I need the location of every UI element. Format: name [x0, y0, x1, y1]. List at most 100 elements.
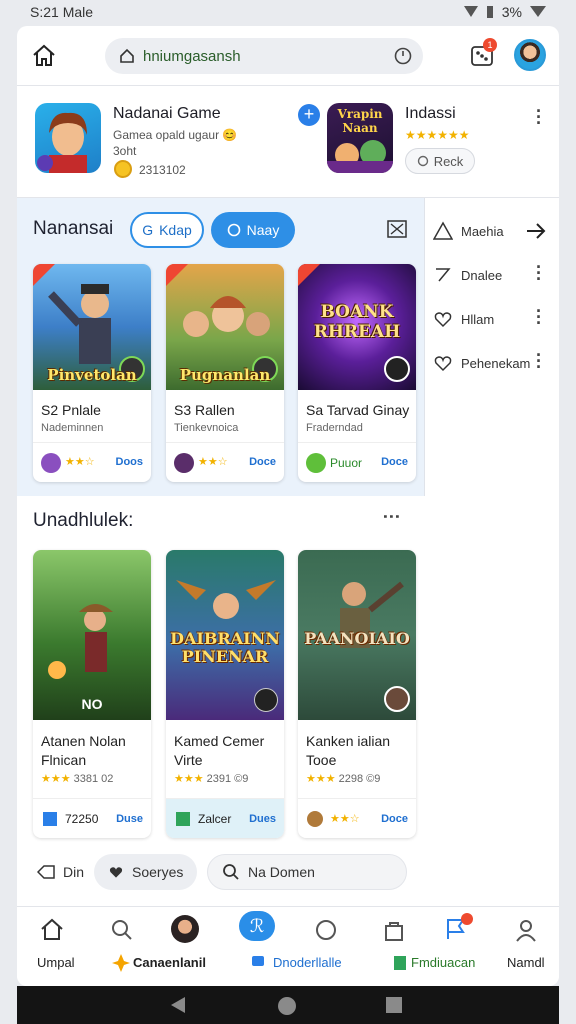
game-art: PAANOIAIO — [298, 550, 416, 720]
game-name: Kamed Cemer Virte — [174, 733, 265, 768]
nav-flag[interactable]: Fmdiuacan — [393, 907, 503, 986]
card-action-button[interactable]: Doce — [381, 813, 408, 825]
filter-chip-label: Naay — [246, 222, 280, 238]
game-card[interactable]: Pinvetolan S2 Pnlale Nademinnen ★★☆ Doos — [33, 264, 151, 482]
more-options-icon[interactable]: · · · — [535, 346, 543, 376]
side-item-maehia[interactable]: Maehia — [433, 216, 553, 246]
card-action-button[interactable]: Doos — [116, 456, 144, 468]
address-bar[interactable]: hniumgasansh — [105, 38, 423, 74]
game-art: Pinvetolan — [33, 264, 151, 390]
notification-badge: 1 — [483, 38, 497, 52]
document-icon — [394, 956, 406, 970]
chip-soeryes[interactable]: Soeryes — [94, 854, 198, 890]
card-footer: 72250 Duse — [33, 798, 151, 838]
chip-label: Soeryes — [132, 864, 184, 880]
game-art-title: Pinvetolan — [47, 366, 137, 384]
more-options-icon[interactable]: · · · — [535, 302, 543, 332]
featured-stars: ★★★★★★ — [405, 128, 470, 142]
side-item-label: Dnalee — [461, 267, 503, 283]
side-item-pehenekam[interactable]: Pehenekam · · · — [433, 346, 553, 378]
game-card[interactable]: PAANOIAIO Kanken ialian Tooe ★★★ 2298 ©9… — [298, 550, 416, 838]
more-options-icon[interactable]: · · · — [375, 513, 407, 521]
home-button-icon[interactable] — [277, 996, 297, 1016]
card-action-button[interactable]: Duse — [116, 813, 143, 825]
nav-account[interactable]: Namdl — [507, 907, 547, 986]
back-icon[interactable] — [169, 996, 187, 1014]
more-options-icon[interactable]: · · · — [535, 102, 543, 132]
game-rating: ★★★ — [174, 773, 204, 785]
featured-title[interactable]: Nadanai Game — [113, 105, 221, 123]
side-item-label: Hllam — [461, 311, 495, 327]
nav-messages[interactable] — [311, 907, 341, 986]
featured-game-icon[interactable] — [35, 103, 101, 173]
arrow-right-icon[interactable] — [525, 221, 547, 241]
game-card[interactable]: DAIBRAINN PINENAR Kamed Cemer Virte ★★★ … — [166, 550, 284, 838]
side-item-dnalee[interactable]: Dnalee · · · — [433, 258, 553, 290]
game-name: S3 Rallen — [174, 402, 235, 418]
game-meta: ★★★ 2391 ©9 — [174, 772, 248, 785]
card-footer-rating: ★★☆ — [330, 813, 360, 825]
card-footer: ★★☆ Doce — [166, 442, 284, 482]
nav-label: Fmdiuacan — [411, 955, 476, 970]
filter-chip-label: Kdap — [159, 222, 192, 238]
nav-home[interactable]: Umpal — [37, 907, 75, 986]
featured-row: Nadanai Game Gamea opald ugaur 😊 3oht 23… — [17, 86, 559, 198]
reck-button-label: Reck — [433, 153, 464, 169]
game-subtitle: Fraderndad — [306, 422, 363, 434]
character-portrait-icon — [37, 112, 87, 173]
reload-icon[interactable] — [393, 46, 413, 66]
game-name: S2 Pnlale — [41, 402, 101, 418]
message-icon — [316, 920, 336, 940]
reck-button[interactable]: Reck — [405, 148, 475, 174]
card-action-button[interactable]: Doce — [381, 456, 408, 468]
search-chip[interactable]: Na Domen — [207, 854, 407, 890]
side-item-hllam[interactable]: Hllam · · · — [433, 302, 553, 334]
search-icon — [223, 864, 239, 880]
featured-title-2[interactable]: Indassi — [405, 105, 456, 123]
more-options-icon[interactable]: · · · — [535, 258, 543, 288]
address-text: hniumgasansh — [143, 47, 241, 65]
filter-chip-kdap[interactable]: G Kdap — [130, 212, 204, 248]
chat-icon — [227, 223, 240, 237]
adventurer-art-icon — [48, 604, 113, 679]
featured-subtitle: Gamea opald ugaur 😊 — [113, 128, 238, 142]
g-icon: G — [142, 222, 154, 238]
game-rating: ★★★ — [306, 773, 336, 785]
home-icon[interactable] — [31, 43, 57, 69]
card-footer: Puuor Doce — [298, 442, 416, 482]
battery-level: 3% — [501, 4, 522, 20]
featured-game-icon-2[interactable]: Vrapin Naan — [327, 103, 393, 173]
avatar[interactable] — [514, 39, 546, 71]
section-unlocked: Unadhlulek: · · · NO Atanen Nolan Flnican … — [17, 496, 425, 838]
system-nav-bar — [17, 986, 559, 1024]
game-card[interactable]: Pugnanlan S3 Rallen Tienkevnoica ★★☆ Doc… — [166, 264, 284, 482]
close-icon[interactable] — [387, 219, 407, 239]
game-name: Sa Tarvad Ginay — [306, 402, 410, 418]
nav-label: Namdl — [507, 955, 545, 970]
heart-icon — [434, 356, 452, 372]
card-action-button[interactable]: Dues — [249, 813, 276, 825]
game-card[interactable]: BOANK RHREAH Sa Tarvad Ginay Fraderndad … — [298, 264, 416, 482]
quick-filters: Din Soeryes Na Domen — [17, 852, 559, 892]
recents-icon[interactable] — [385, 996, 403, 1014]
add-button[interactable]: + — [298, 104, 320, 126]
chip-din[interactable]: Din — [23, 854, 98, 890]
status-bar: S:21 Male 3% — [0, 0, 576, 24]
nav-label: Umpal — [37, 955, 75, 970]
power-icon — [306, 453, 326, 473]
battery-icon — [486, 6, 493, 18]
nav-profile[interactable]: Canaenlanil — [111, 907, 231, 986]
game-card[interactable]: NO Atanen Nolan Flnican ★★★ 3381 02 7225… — [33, 550, 151, 838]
game-rating: ★★☆ — [65, 456, 95, 468]
filter-chip-naay[interactable]: Naay — [211, 212, 295, 248]
game-name: Kanken ialian Tooe — [306, 733, 391, 768]
wifi-icon — [530, 6, 546, 17]
card-action-button[interactable]: Doce — [249, 456, 276, 468]
game-art: Pugnanlan — [166, 264, 284, 390]
section-title: Nanansai — [33, 218, 114, 239]
game-subtitle: Nademinnen — [41, 422, 104, 434]
refresh-icon — [417, 155, 428, 167]
card-footer: ★★☆ Doos — [33, 442, 151, 482]
chip-label: Na Domen — [248, 864, 315, 880]
game-subtitle: Tienkevnoica — [174, 422, 239, 434]
